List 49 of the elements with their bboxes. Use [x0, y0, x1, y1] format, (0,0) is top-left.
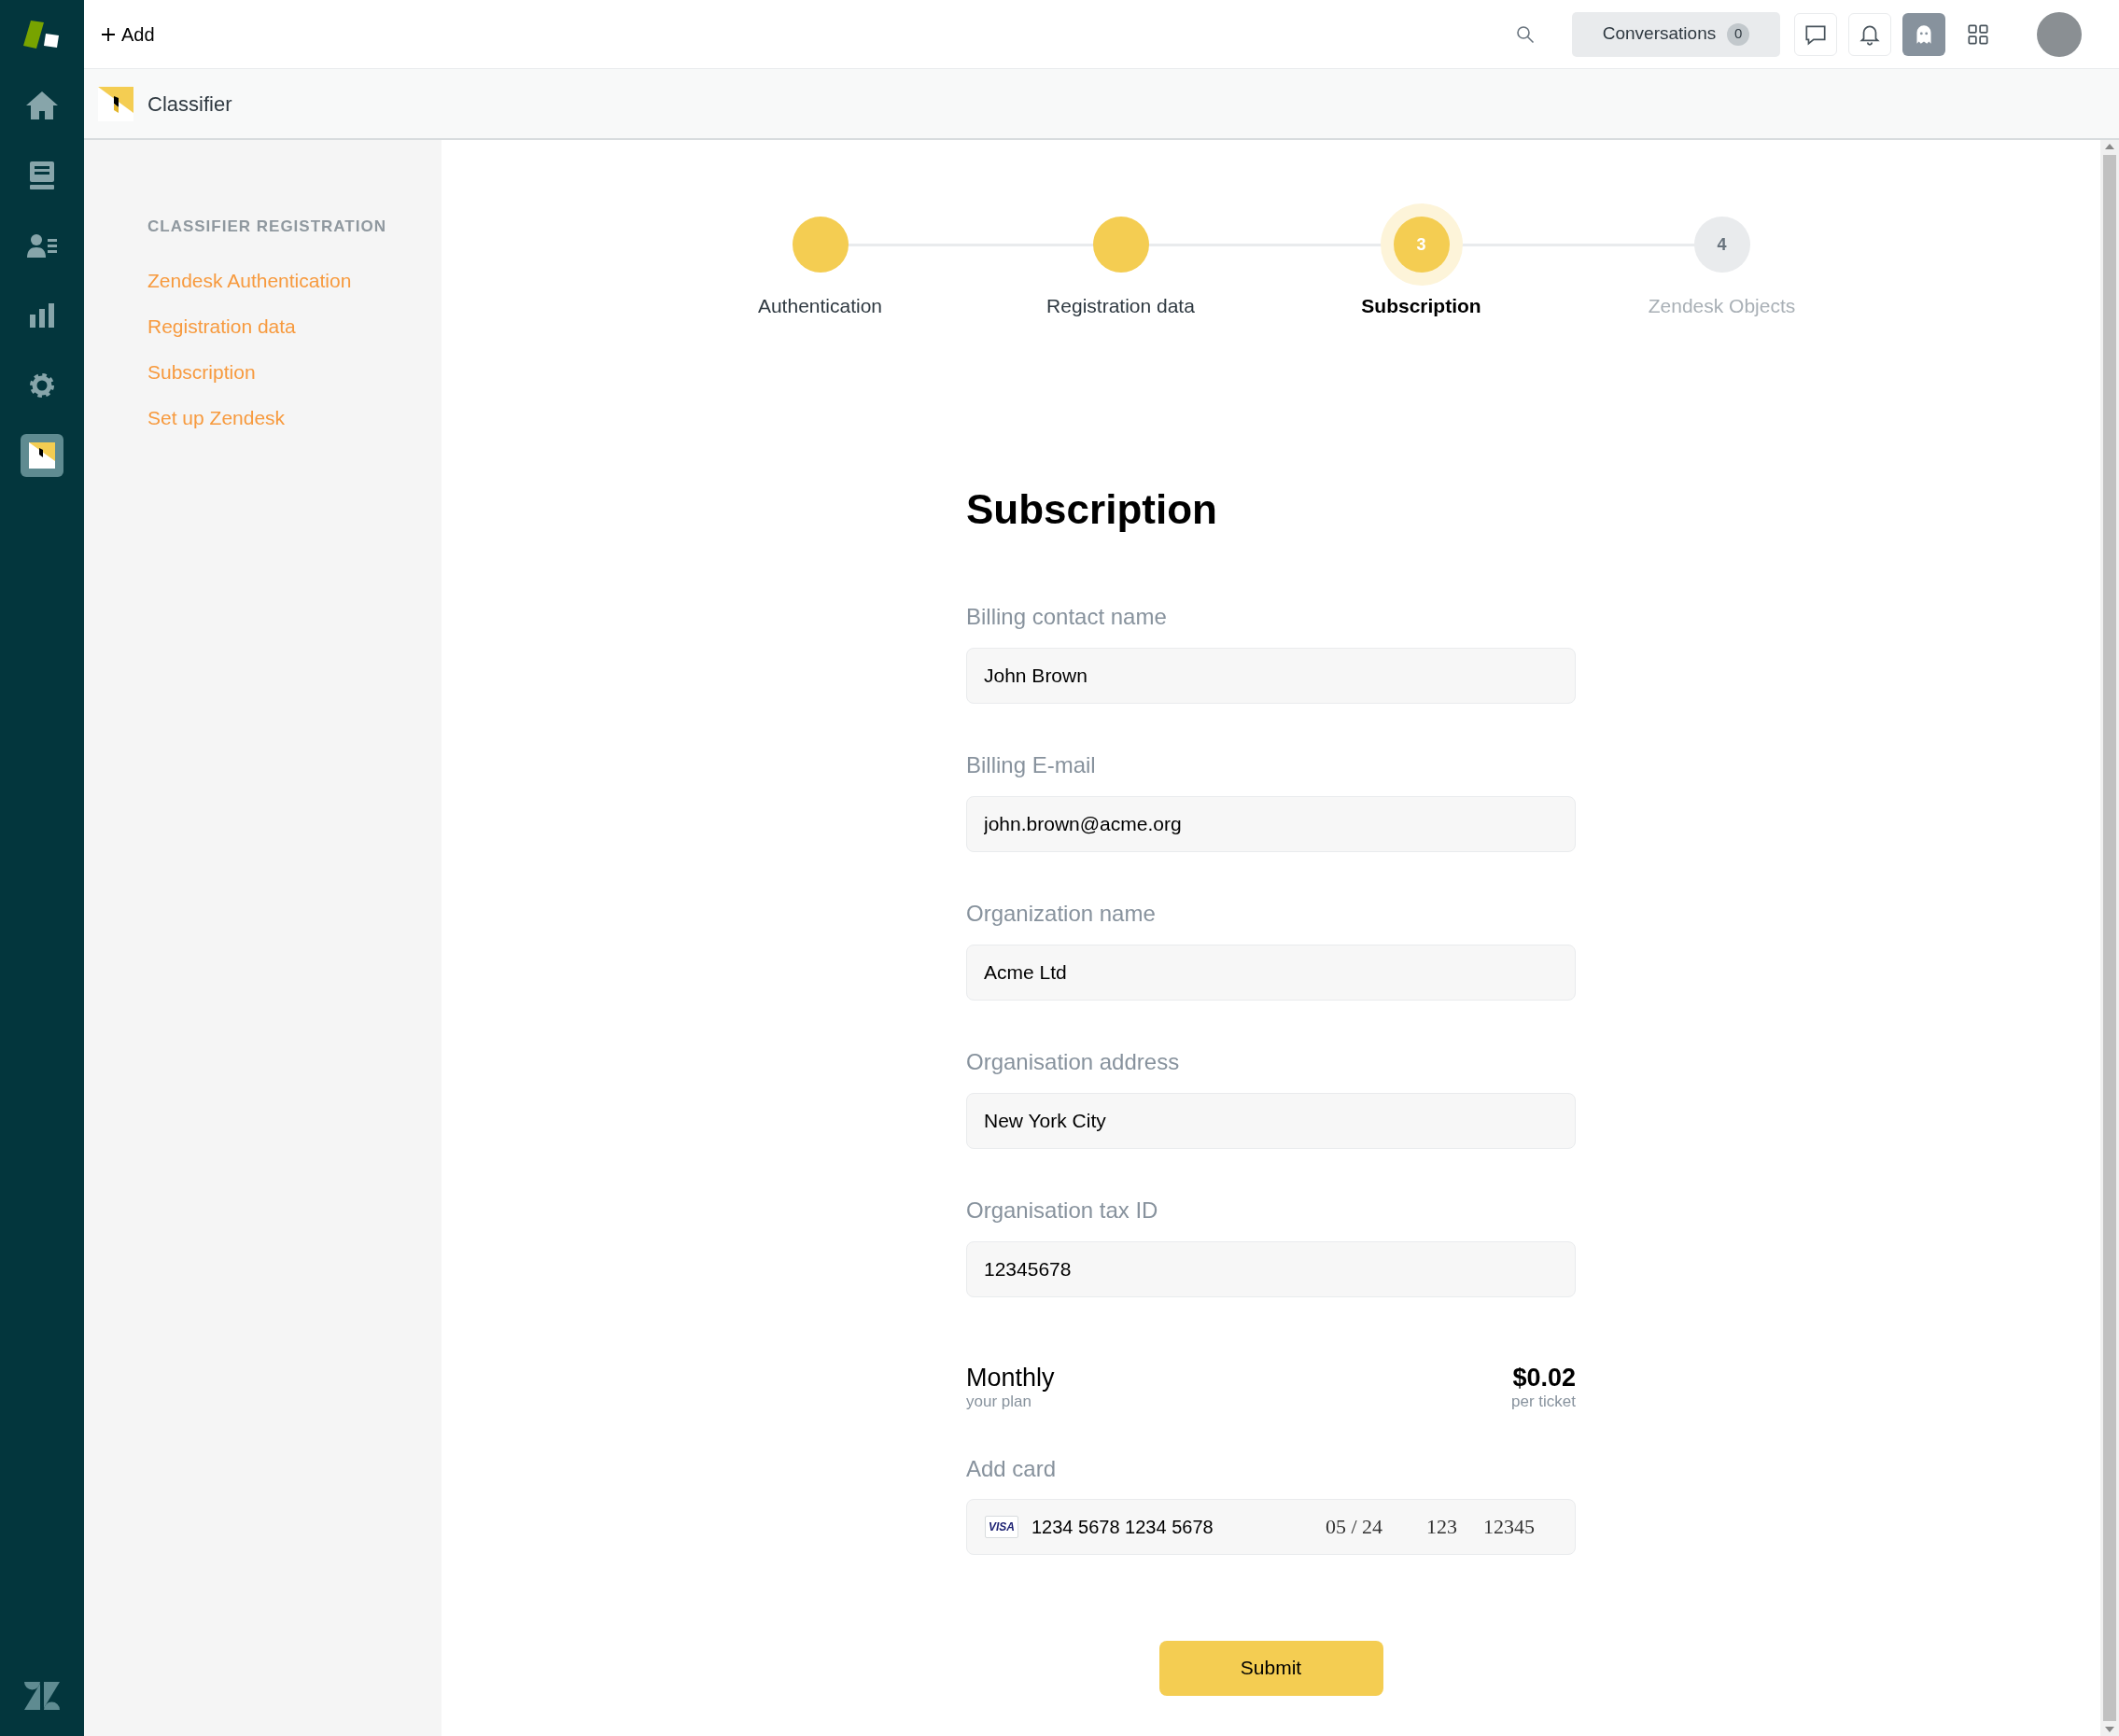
field-label: Billing E-mail — [966, 750, 1097, 779]
classifier-logo — [98, 86, 133, 121]
step-label: Zendesk Objects — [1648, 294, 1796, 318]
field-label: Organization name — [966, 899, 1157, 928]
sidebar-heading: CLASSIFIER REGISTRATION — [147, 217, 387, 237]
add-button[interactable]: Add — [101, 20, 155, 49]
field-label: Organisation tax ID — [966, 1196, 1159, 1225]
bar-chart-icon — [30, 303, 54, 328]
count-badge: 0 — [1727, 22, 1750, 46]
classifier-icon — [29, 442, 55, 469]
card-expiry: 05 / 24 — [1326, 1514, 1384, 1540]
contacts-icon — [27, 233, 57, 258]
conversations-label: Conversations — [1602, 22, 1717, 46]
card-zip: 12345 — [1483, 1514, 1535, 1540]
field-label: Add card — [966, 1454, 1058, 1483]
text-input[interactable]: Acme Ltd — [966, 944, 1576, 1001]
price-caption: per ticket — [1511, 1392, 1576, 1411]
toolbar-button[interactable] — [1848, 12, 1891, 56]
app-title: Classifier — [147, 91, 232, 118]
card-input[interactable]: VISA 1234 5678 1234 5678 05 / 24 123 12345 — [966, 1498, 1576, 1555]
search-icon[interactable] — [1516, 24, 1535, 44]
inbox-icon — [30, 161, 54, 189]
step-label: Authentication — [757, 294, 883, 318]
text-input[interactable]: New York City — [966, 1092, 1576, 1149]
text-input[interactable]: john.brown@acme.org — [966, 795, 1576, 852]
text-input[interactable]: 12345678 — [966, 1240, 1576, 1297]
add-label: Add — [121, 22, 155, 47]
price: $0.02 — [1512, 1362, 1576, 1393]
field-label: Organisation address — [966, 1047, 1181, 1076]
settings-icon — [29, 372, 55, 399]
plan-caption: your plan — [966, 1392, 1032, 1411]
scrollbar[interactable] — [2100, 140, 2119, 1736]
home-icon — [26, 91, 58, 119]
text-input[interactable]: John Brown — [966, 647, 1576, 704]
step-label: Subscription — [1361, 294, 1481, 318]
submit-button[interactable]: Submit — [1158, 1640, 1383, 1696]
zendesk-logo[interactable] — [24, 1682, 60, 1710]
plus-icon — [101, 26, 116, 42]
toolbar-button[interactable] — [1794, 12, 1837, 56]
step-label: Registration data — [1046, 294, 1195, 318]
nav-button[interactable] — [21, 434, 63, 477]
card-cvc: 123 — [1426, 1514, 1458, 1540]
field-label: Billing contact name — [966, 602, 1168, 631]
form-title: Subscription — [966, 488, 1218, 530]
plan-name: Monthly — [966, 1362, 1055, 1393]
avatar[interactable] — [2037, 11, 2082, 57]
card-number: 1234 5678 1234 5678 — [1031, 1515, 1214, 1539]
conversations-button[interactable]: Conversations 0 — [1572, 11, 1780, 57]
visa-logo: VISA — [985, 1515, 1018, 1538]
